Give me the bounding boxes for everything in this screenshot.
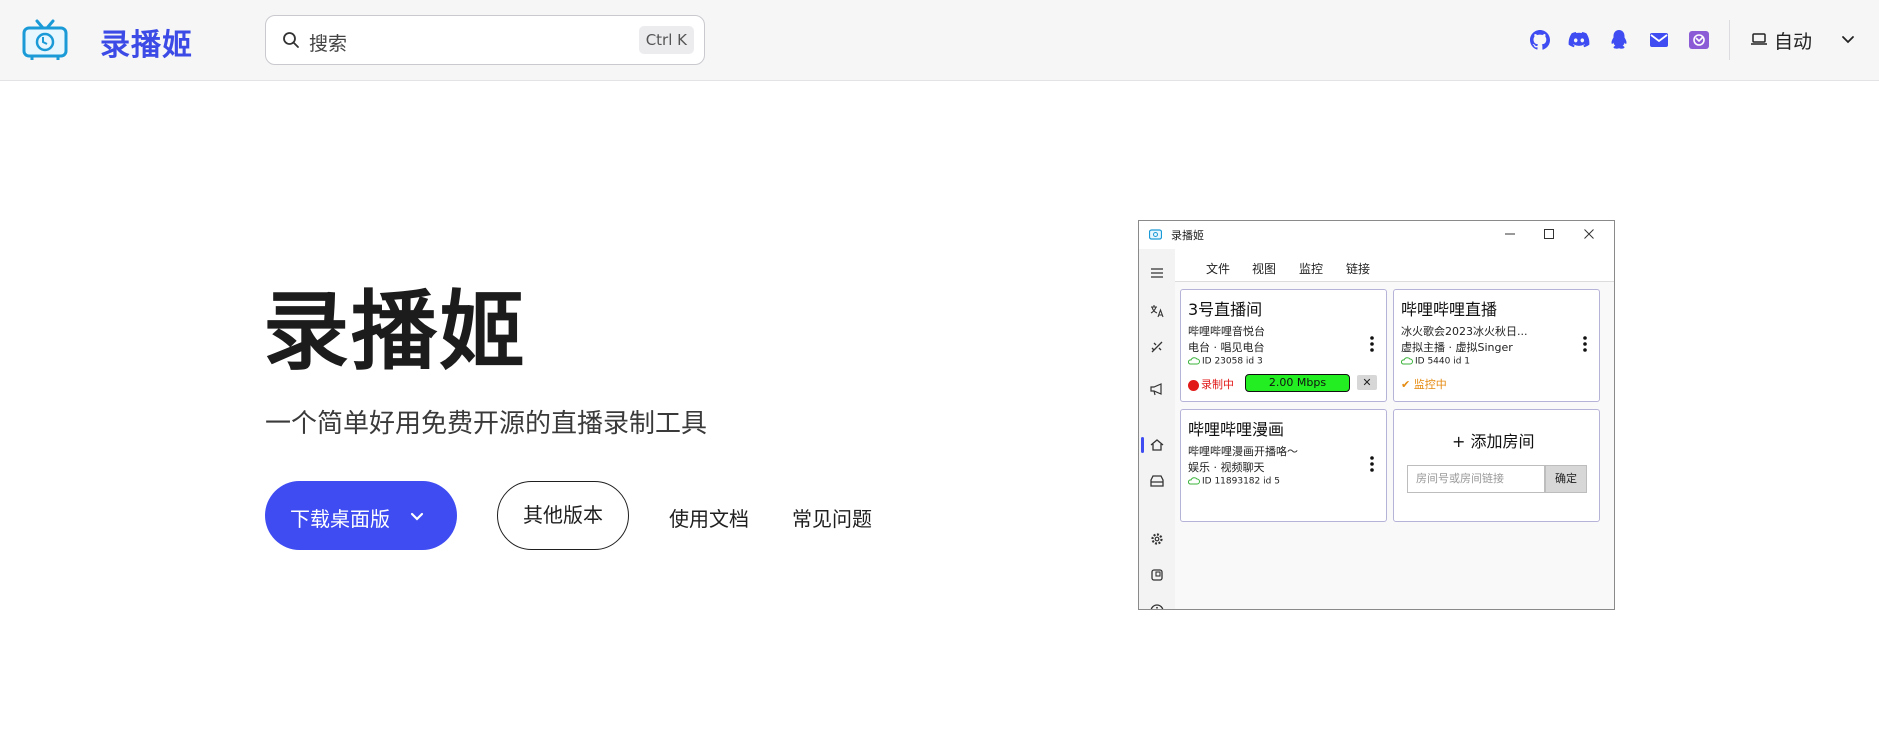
faq-link[interactable]: 常见问题: [792, 503, 872, 532]
room-category: 虚拟主播 · 虚拟Singer: [1401, 341, 1513, 354]
room-card: 哔哩哔哩漫画 哔哩哔哩漫画开播咯～ 娱乐 · 视频聊天 ID 11893182 …: [1180, 409, 1387, 522]
room-streamer: 冰火歌会2023冰火秋日...: [1401, 325, 1528, 338]
logo-tv-icon[interactable]: [22, 19, 68, 60]
room-card: 3号直播间 哔哩哔哩音悦台 电台 · 唱见电台 ID 23058 id 3 录制…: [1180, 289, 1387, 402]
info-icon: [1150, 604, 1164, 609]
top-navbar: 录播姬 搜索 Ctrl K 自动: [0, 0, 1879, 81]
add-room-card: + 添加房间 房间号或房间链接 确定: [1393, 409, 1600, 522]
download-desktop-label: 下载桌面版: [290, 507, 390, 531]
room-id-text: ID 11893182 id 5: [1202, 476, 1280, 487]
add-room-title: + 添加房间: [1452, 432, 1535, 451]
confirm-button: 确定: [1545, 465, 1587, 493]
room-category: 电台 · 唱见电台: [1188, 341, 1265, 354]
nav-divider: [1729, 20, 1730, 60]
mail-icon[interactable]: [1647, 28, 1671, 52]
maximize-icon: [1544, 229, 1554, 239]
sidebar-active-indicator: [1141, 437, 1144, 453]
room-grid: 3号直播间 哔哩哔哩音悦台 电台 · 唱见电台 ID 23058 id 3 录制…: [1175, 281, 1614, 609]
hero-title: 录播姬: [263, 282, 527, 382]
megaphone-icon: [1150, 383, 1162, 396]
recording-status-label: 录制中: [1201, 378, 1234, 391]
room-title: 3号直播间: [1188, 300, 1263, 319]
room-id-text: ID 5440 id 1: [1415, 356, 1471, 367]
room-ids: ID 23058 id 3: [1188, 356, 1263, 367]
qq-icon[interactable]: [1607, 28, 1631, 52]
search-box[interactable]: 搜索 Ctrl K: [265, 15, 705, 65]
search-icon: [283, 32, 299, 48]
more-vertical-icon: [1583, 336, 1587, 352]
monitoring-status-label: 监控中: [1413, 378, 1447, 391]
menu-file: 文件: [1206, 262, 1231, 276]
app-preview-window: 录播姬 文件 视图 监控 链接 3号直播间 哔哩哔哩音悦台 电台 · 唱见电台 …: [1138, 220, 1615, 610]
cloud-signal-icon: [1401, 357, 1413, 365]
search-shortcut-badge: Ctrl K: [638, 26, 694, 54]
hero-subtitle: 一个简单好用免费开源的直播录制工具: [265, 409, 708, 439]
menu-view: 视图: [1252, 262, 1277, 276]
app-menubar: 文件 视图 监控 链接: [1175, 249, 1614, 281]
chevron-down-icon: [1842, 36, 1854, 44]
settings-gear-icon: [1151, 533, 1163, 545]
more-vertical-icon: [1370, 336, 1374, 352]
monitoring-status: ✔ 监控中: [1401, 376, 1447, 392]
hamburger-menu-icon: [1151, 268, 1163, 278]
room-id-input: 房间号或房间链接: [1407, 465, 1545, 493]
menu-link: 链接: [1346, 262, 1371, 276]
rec-dot-icon: [1188, 379, 1199, 391]
home-icon: [1150, 439, 1164, 451]
room-streamer: 哔哩哔哩漫画开播咯～: [1188, 445, 1298, 458]
room-streamer: 哔哩哔哩音悦台: [1188, 325, 1265, 338]
room-card: 哔哩哔哩直播 冰火歌会2023冰火秋日... 虚拟主播 · 虚拟Singer I…: [1393, 289, 1600, 402]
cloud-signal-icon: [1188, 357, 1200, 365]
bitrate-badge: 2.00 Mbps: [1245, 374, 1350, 392]
recording-status: 录制中: [1188, 376, 1234, 392]
tools-icon: [1151, 341, 1163, 353]
room-ids: ID 11893182 id 5: [1188, 476, 1280, 487]
minimize-icon: [1505, 233, 1515, 235]
app-logo-icon: [1149, 229, 1162, 240]
translate-icon: [1150, 305, 1164, 318]
app-sidebar: [1139, 249, 1175, 609]
room-category: 娱乐 · 视频聊天: [1188, 461, 1265, 474]
cloud-signal-icon: [1188, 477, 1200, 485]
theme-label: 自动: [1774, 31, 1813, 53]
monitor-icon: ✔: [1401, 378, 1411, 391]
github-icon[interactable]: [1528, 28, 1552, 52]
discord-icon[interactable]: [1567, 28, 1591, 52]
misskey-icon[interactable]: [1687, 28, 1711, 52]
room-ids: ID 5440 id 1: [1401, 356, 1470, 367]
close-icon: [1584, 229, 1594, 239]
bilibili-logo-icon: [1151, 569, 1163, 581]
download-desktop-button[interactable]: 下载桌面版: [265, 481, 457, 550]
stop-recording-icon: ✕: [1357, 375, 1377, 390]
docs-link[interactable]: 使用文档: [669, 503, 749, 532]
brand-title[interactable]: 录播姬: [100, 20, 193, 64]
app-titlebar: 录播姬: [1139, 221, 1614, 249]
laptop-icon: [1751, 33, 1767, 45]
room-id-text: ID 23058 id 3: [1202, 356, 1263, 367]
room-title: 哔哩哔哩直播: [1401, 300, 1498, 319]
room-title: 哔哩哔哩漫画: [1188, 420, 1285, 439]
app-window-title: 录播姬: [1171, 229, 1204, 242]
archive-icon: [1150, 475, 1164, 487]
chevron-down-icon: [410, 512, 424, 521]
other-versions-button[interactable]: 其他版本: [497, 481, 629, 550]
more-vertical-icon: [1370, 456, 1374, 472]
search-placeholder: 搜索: [309, 33, 348, 55]
menu-monitor: 监控: [1299, 262, 1324, 276]
